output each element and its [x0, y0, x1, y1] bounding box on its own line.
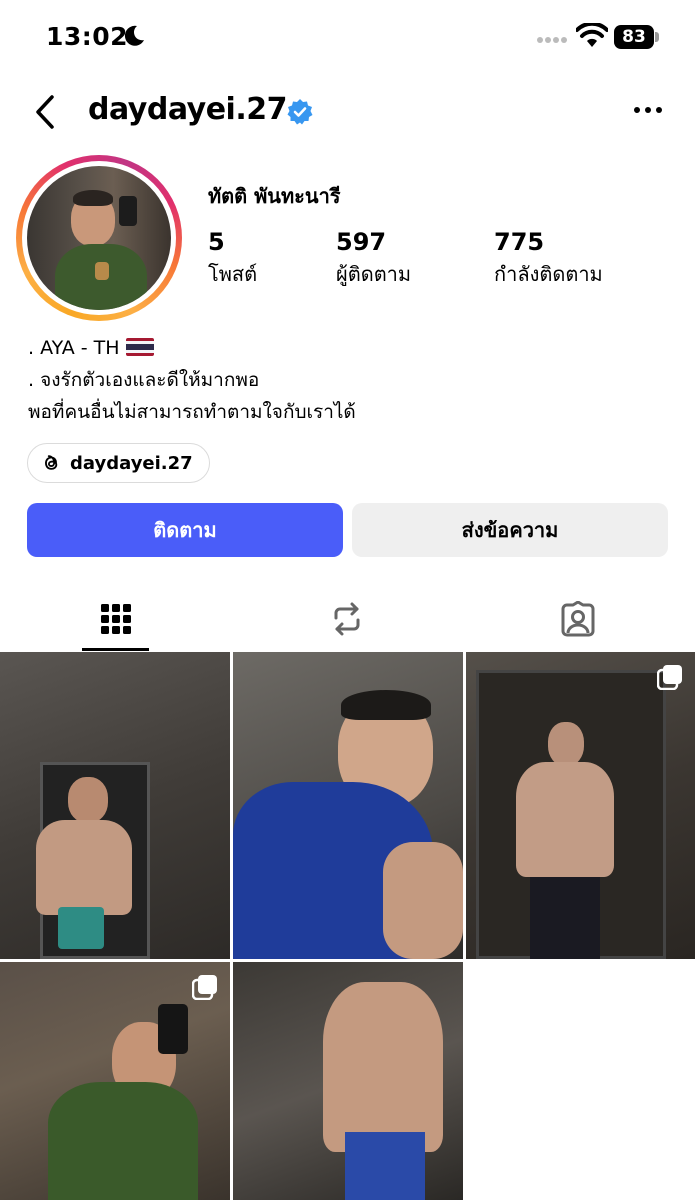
- threads-handle: daydayei.27: [70, 452, 193, 474]
- avatar: [27, 166, 171, 310]
- multiple-photos-icon: [192, 975, 217, 1000]
- post-thumbnail[interactable]: [466, 652, 695, 959]
- signal-icon: [537, 37, 567, 43]
- status-bar: 13:02 83: [0, 0, 695, 80]
- post-thumbnail[interactable]: [233, 962, 463, 1200]
- stat-following[interactable]: 775 กำลังติดตาม: [494, 228, 603, 290]
- battery-icon: 83: [614, 25, 654, 49]
- bio-line: . จงรักตัวเองและดีให้มากพอ: [28, 369, 260, 391]
- header-username: daydayei.27: [88, 92, 287, 127]
- threads-link[interactable]: daydayei.27: [27, 443, 210, 483]
- stat-value: 775: [494, 228, 545, 256]
- moon-icon: [124, 25, 144, 46]
- post-thumbnail[interactable]: [0, 962, 230, 1200]
- stat-posts: 5 โพสต์: [208, 228, 257, 290]
- stat-label: กำลังติดตาม: [494, 262, 603, 286]
- more-options-icon[interactable]: [630, 98, 666, 122]
- grid-icon: [100, 604, 131, 634]
- thai-flag-icon: [125, 338, 154, 356]
- bio: . AYA - TH . จงรักตัวเองและดีให้มากพอ พอ…: [28, 332, 356, 428]
- tagged-icon: [561, 601, 594, 637]
- display-name: ทัตติ พันทะนารี: [208, 184, 341, 208]
- reposts-icon: [334, 602, 359, 636]
- post-thumbnail[interactable]: [233, 652, 463, 959]
- verified-badge-icon: [287, 99, 313, 125]
- follow-button[interactable]: ติดตาม: [27, 503, 343, 557]
- multiple-photos-icon: [657, 665, 682, 690]
- stat-label: โพสต์: [208, 262, 258, 286]
- battery-tip: [655, 32, 659, 42]
- bio-line: พอที่คนอื่นไม่สามารถทำตามใจกับเราได้: [28, 401, 356, 423]
- tab-posts-grid[interactable]: [0, 586, 231, 652]
- tab-tagged[interactable]: [462, 586, 693, 652]
- status-time: 13:02: [46, 22, 129, 51]
- stat-value: 5: [208, 228, 225, 256]
- profile-tabs: [0, 586, 695, 652]
- story-ring[interactable]: [16, 155, 182, 321]
- tab-indicator: [82, 648, 149, 651]
- post-thumbnail[interactable]: [0, 652, 230, 959]
- message-button[interactable]: ส่งข้อความ: [352, 503, 668, 557]
- bio-line: . AYA - TH: [28, 337, 120, 359]
- stat-label: ผู้ติดตาม: [336, 262, 412, 286]
- stat-followers[interactable]: 597 ผู้ติดตาม: [336, 228, 411, 290]
- tab-reposts[interactable]: [231, 586, 462, 652]
- threads-icon: [45, 455, 58, 470]
- profile-header: daydayei.27: [0, 80, 695, 142]
- wifi-icon: [576, 23, 608, 47]
- back-arrow-icon[interactable]: [30, 92, 60, 132]
- posts-grid: [0, 652, 695, 1200]
- stat-value: 597: [336, 228, 387, 256]
